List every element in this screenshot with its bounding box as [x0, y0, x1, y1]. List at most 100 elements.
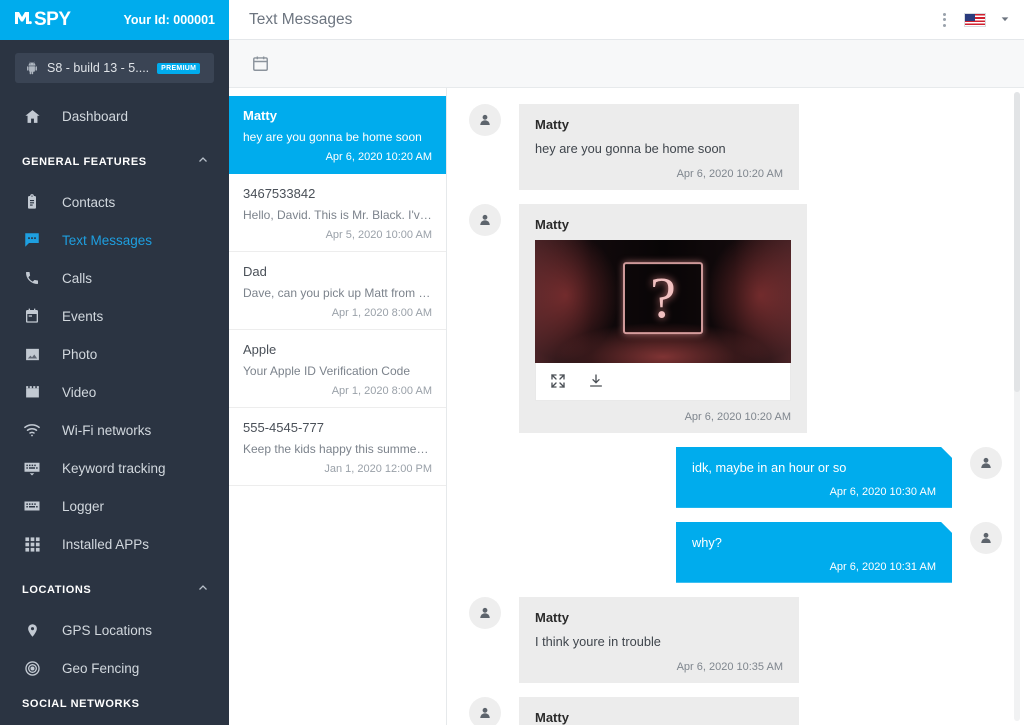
sidebar-item-calls[interactable]: Calls — [0, 259, 229, 297]
sidebar-item-contacts[interactable]: Contacts — [0, 183, 229, 221]
phone-icon — [22, 268, 42, 288]
conversation-list[interactable]: Matty hey are you gonna be home soon Apr… — [229, 88, 447, 725]
sidebar-section-locations[interactable]: LOCATIONS — [0, 569, 229, 611]
sidebar-item-label: Installed APPs — [62, 537, 149, 552]
sidebar-item-gps-locations[interactable]: GPS Locations — [0, 611, 229, 649]
avatar — [469, 697, 501, 725]
conversation-item[interactable]: Matty hey are you gonna be home soon Apr… — [229, 96, 446, 174]
attachment-thumbnail[interactable]: ? — [535, 240, 791, 363]
vertical-scrollbar[interactable] — [1014, 92, 1020, 721]
conversation-time: Jan 1, 2020 12:00 PM — [243, 463, 432, 475]
sidebar-item-wifi-networks[interactable]: Wi-Fi networks — [0, 411, 229, 449]
conversation-preview: Dave, can you pick up Matt from schoo... — [243, 286, 432, 300]
sidebar-item-label: Photo — [62, 347, 97, 362]
message-text: hey are you gonna be home soon — [535, 140, 783, 158]
user-id-label: Your Id: 000001 — [124, 13, 215, 27]
message-row: Matty hey are you gonna be home soon Apr… — [469, 104, 1002, 190]
more-vertical-icon[interactable] — [939, 9, 950, 31]
message-thread: Matty hey are you gonna be home soon Apr… — [447, 88, 1024, 725]
message-row: Matty I think youre in trouble Apr 6, 20… — [469, 597, 1002, 683]
sidebar-item-events[interactable]: Events — [0, 297, 229, 335]
message-bubble: Matty ? — [519, 204, 807, 433]
conversation-name: Apple — [243, 342, 432, 357]
sidebar-item-label: Text Messages — [62, 233, 152, 248]
sidebar-item-geo-fencing[interactable]: Geo Fencing — [0, 649, 229, 687]
image-attachment[interactable]: ? — [535, 240, 791, 401]
device-selector[interactable]: S8 - build 13 - 5.... PREMIUM — [15, 53, 214, 83]
us-flag-icon[interactable] — [964, 13, 986, 27]
message-time: Apr 6, 2020 10:20 AM — [535, 411, 791, 423]
message-sender: Matty — [535, 710, 783, 725]
clipboard-icon — [22, 192, 42, 212]
sidebar-section-social[interactable]: SOCIAL NETWORKS — [0, 689, 229, 719]
sidebar-item-label: Keyword tracking — [62, 461, 166, 476]
message-row: idk, maybe in an hour or so Apr 6, 2020 … — [469, 447, 1002, 508]
chevron-up-icon — [197, 581, 209, 599]
sidebar-item-keyword-tracking[interactable]: Keyword tracking — [0, 449, 229, 487]
sidebar-section-label: LOCATIONS — [22, 584, 91, 596]
filter-bar — [229, 40, 1024, 88]
conversation-preview: hey are you gonna be home soon — [243, 130, 432, 144]
message-text: why? — [692, 534, 936, 552]
calendar-icon[interactable] — [251, 54, 270, 73]
avatar — [970, 522, 1002, 554]
conversation-preview: Your Apple ID Verification Code — [243, 364, 432, 378]
target-icon — [22, 658, 42, 678]
download-icon[interactable] — [588, 373, 604, 389]
conversation-item[interactable]: Dad Dave, can you pick up Matt from scho… — [229, 252, 446, 330]
sidebar-item-video[interactable]: Video — [0, 373, 229, 411]
conversation-time: Apr 1, 2020 8:00 AM — [243, 385, 432, 397]
sidebar: SPY Your Id: 000001 S8 - build 13 - 5...… — [0, 0, 229, 725]
mspy-m-mark — [14, 11, 32, 25]
conversation-preview: Hello, David. This is Mr. Black. I've no… — [243, 208, 432, 222]
expand-icon[interactable] — [550, 373, 566, 389]
page-title: Text Messages — [249, 11, 352, 29]
sidebar-section-general[interactable]: GENERAL FEATURES — [0, 141, 229, 183]
sidebar-item-label: Video — [62, 385, 96, 400]
conversation-time: Apr 5, 2020 10:00 AM — [243, 229, 432, 241]
sidebar-item-dashboard[interactable]: Dashboard — [0, 97, 229, 135]
sidebar-item-label: Calls — [62, 271, 92, 286]
message-sender: Matty — [535, 610, 783, 625]
top-bar-actions — [939, 9, 1010, 31]
scrollbar-thumb[interactable] — [1014, 92, 1020, 392]
message-bubble: Matty hey are you gonna be home soon Apr… — [519, 104, 799, 190]
film-icon — [22, 382, 42, 402]
sidebar-item-label: Dashboard — [62, 109, 128, 124]
conversation-item[interactable]: Apple Your Apple ID Verification Code Ap… — [229, 330, 446, 408]
sidebar-item-photo[interactable]: Photo — [0, 335, 229, 373]
chat-bubble-icon — [22, 230, 42, 250]
mspy-logo-text: SPY — [34, 9, 71, 31]
sidebar-item-label: Contacts — [62, 195, 115, 210]
workspace: Matty hey are you gonna be home soon Apr… — [229, 88, 1024, 725]
home-icon — [22, 106, 42, 126]
avatar — [469, 104, 501, 136]
message-sender: Matty — [535, 217, 791, 232]
question-mark-glyph: ? — [650, 270, 676, 328]
conversation-name: Matty — [243, 108, 432, 123]
message-bubble: idk, maybe in an hour or so Apr 6, 2020 … — [676, 447, 952, 508]
sidebar-item-installed-apps[interactable]: Installed APPs — [0, 525, 229, 563]
avatar — [970, 447, 1002, 479]
sidebar-item-text-messages[interactable]: Text Messages — [0, 221, 229, 259]
chevron-down-icon[interactable] — [1000, 11, 1010, 29]
message-sender: Matty — [535, 117, 783, 132]
conversation-item[interactable]: 3467533842 Hello, David. This is Mr. Bla… — [229, 174, 446, 252]
chevron-up-icon — [197, 153, 209, 171]
image-icon — [22, 344, 42, 364]
message-row: Matty — [469, 697, 1002, 725]
sidebar-section-label: GENERAL FEATURES — [22, 156, 147, 168]
main-content: Text Messages — [229, 0, 1024, 725]
brand-header: SPY Your Id: 000001 — [0, 0, 229, 40]
conversation-item[interactable]: 555-4545-777 Keep the kids happy this su… — [229, 408, 446, 486]
attachment-toolbar — [535, 363, 791, 401]
sidebar-item-label: Geo Fencing — [62, 661, 139, 676]
avatar — [469, 204, 501, 236]
conversation-preview: Keep the kids happy this summer with ... — [243, 442, 432, 456]
sidebar-item-logger[interactable]: Logger — [0, 487, 229, 525]
keyboard-icon — [22, 458, 42, 478]
message-row: why? Apr 6, 2020 10:31 AM — [469, 522, 1002, 583]
message-text: idk, maybe in an hour or so — [692, 459, 936, 477]
message-bubble: Matty I think youre in trouble Apr 6, 20… — [519, 597, 799, 683]
keyboard-icon — [22, 496, 42, 516]
